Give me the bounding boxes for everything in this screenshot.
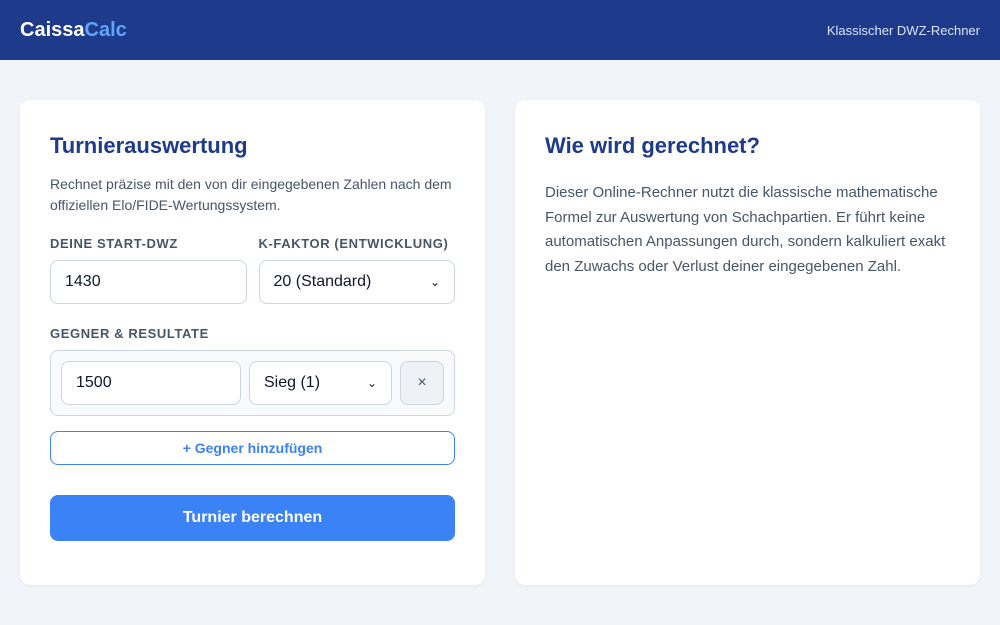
form-title: Turnierauswertung <box>50 133 248 158</box>
calculate-tournament-button[interactable]: Turnier berechnen <box>50 495 455 541</box>
brand-name: Caissa <box>20 18 85 41</box>
explanation-text: Dieser Online-Rechner nutzt die klassisc… <box>545 184 946 275</box>
start-rating-input[interactable]: 1430 <box>50 260 247 304</box>
k-factor-field: K-Faktor (Entwicklung) 20 (Standard) ⌄ <box>258 236 455 304</box>
k-factor-select[interactable]: 20 (Standard) ⌄ <box>258 260 455 304</box>
brand-name-accent: Calc <box>84 18 127 41</box>
header-tagline: Klassischer DWZ-Rechner <box>826 22 980 38</box>
main-content: Turnierauswertung Rechnet präzise mit de… <box>0 60 1000 585</box>
tournament-form-card: Turnierauswertung Rechnet präzise mit de… <box>20 100 485 585</box>
k-factor-value: 20 (Standard) <box>273 273 372 290</box>
form-intro: Rechnet präzise mit den von dir eingegeb… <box>50 176 452 213</box>
opponent-result-select[interactable]: Sieg (1) ⌄ <box>249 361 392 405</box>
opponents-label: Gegner & Resultate <box>50 326 209 341</box>
opponent-result-value: Sieg (1) <box>264 374 321 391</box>
rating-settings-row: Deine Start-DWZ 1430 K-Faktor (Entwicklu… <box>50 236 455 304</box>
add-opponent-button[interactable]: + Gegner hinzufügen <box>50 431 455 465</box>
close-icon: × <box>417 374 427 391</box>
remove-opponent-button[interactable]: × <box>400 361 444 405</box>
brand-logo[interactable]: CaissaCalc <box>20 19 127 42</box>
explanation-title: Wie wird gerechnet? <box>545 133 760 158</box>
explanation-card: Wie wird gerechnet? Dieser Online-Rechne… <box>515 100 980 585</box>
top-bar: CaissaCalc Klassischer DWZ-Rechner <box>0 0 1000 60</box>
opponent-rating-input[interactable]: 1500 <box>61 361 241 405</box>
k-factor-label: K-Faktor (Entwicklung) <box>258 236 449 251</box>
chevron-down-icon: ⌄ <box>429 275 440 289</box>
chevron-down-icon: ⌄ <box>366 376 377 390</box>
opponent-rating-value: 1500 <box>76 374 112 391</box>
start-rating-label: Deine Start-DWZ <box>50 236 178 251</box>
opponent-row: 1500 Sieg (1) ⌄ × <box>50 350 455 416</box>
start-rating-value: 1430 <box>65 273 101 290</box>
start-rating-field: Deine Start-DWZ 1430 <box>50 236 247 304</box>
